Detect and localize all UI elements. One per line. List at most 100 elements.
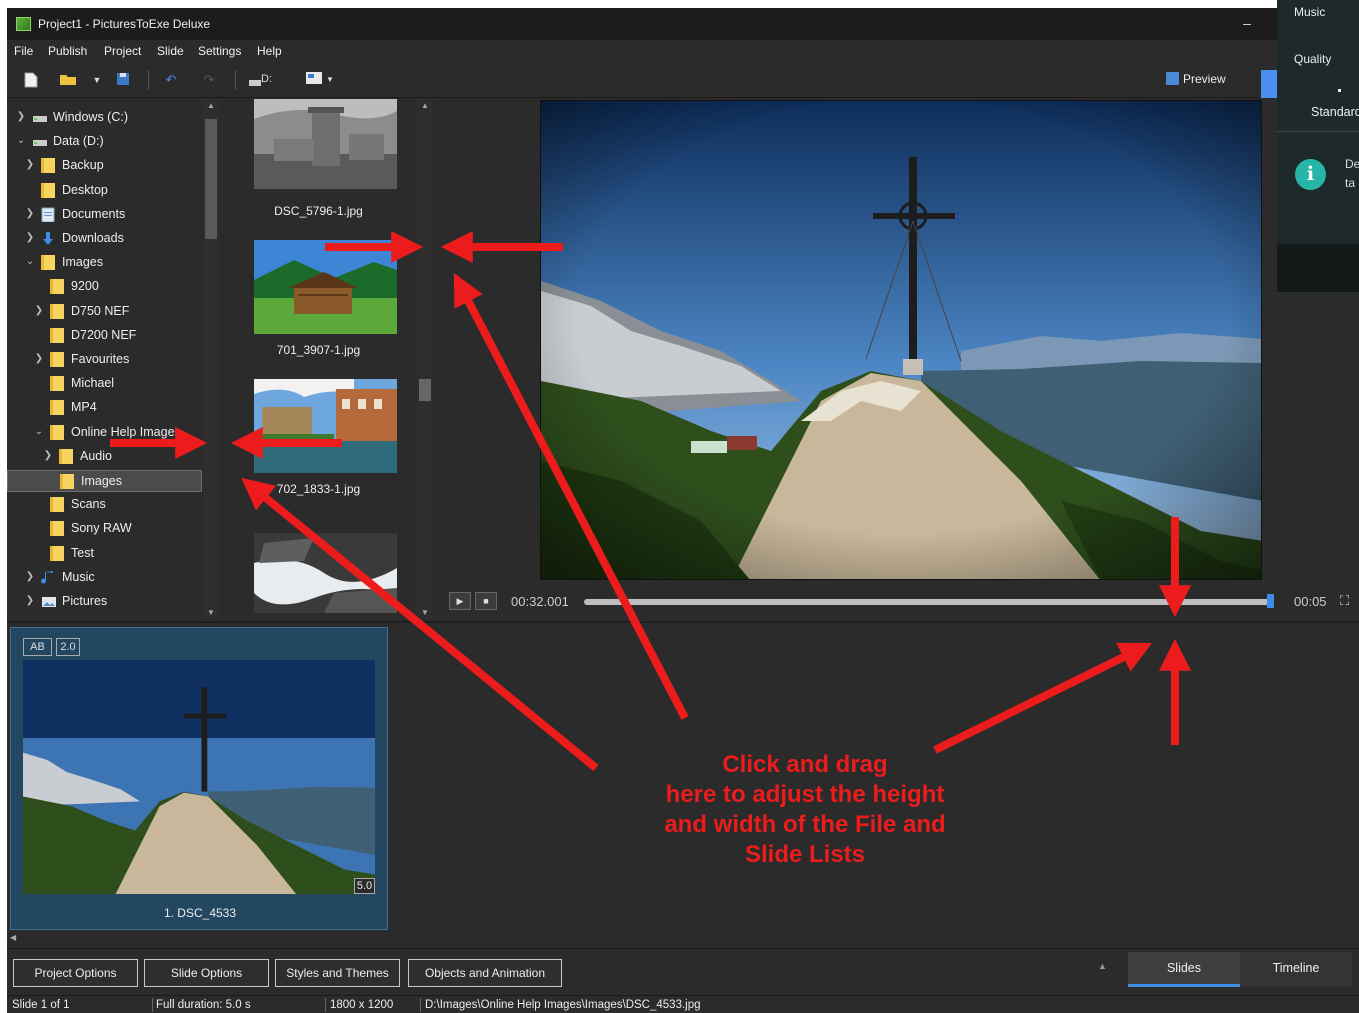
scroll-down-icon[interactable]: ▼: [421, 608, 429, 617]
tree-item-label: D750 NEF: [71, 303, 130, 318]
chevron-right-icon[interactable]: ❯: [34, 353, 44, 364]
stop-button[interactable]: ■: [475, 592, 497, 610]
tree-item[interactable]: ❯ Downloads: [7, 228, 202, 250]
tree-item[interactable]: Scans: [7, 494, 202, 516]
chevron-down-icon[interactable]: ⌄: [25, 256, 35, 267]
play-button[interactable]: ▶: [449, 592, 471, 610]
status-file-path: D:\Images\Online Help Images\Images\DSC_…: [425, 999, 701, 1011]
scrollbar-thumb[interactable]: [205, 119, 217, 239]
view-dropdown-icon[interactable]: ▼: [322, 72, 338, 88]
fullscreen-icon[interactable]: ⛶: [1340, 593, 1349, 609]
file-thumbnail[interactable]: [254, 99, 397, 189]
chevron-right-icon[interactable]: ❯: [25, 232, 35, 243]
scroll-down-icon[interactable]: ▼: [207, 608, 215, 617]
drive-label[interactable]: D:: [261, 73, 272, 85]
tree-item[interactable]: 9200: [7, 276, 202, 298]
tree-item[interactable]: Michael: [7, 373, 202, 395]
view-mode-icon[interactable]: [306, 72, 322, 88]
preview-button[interactable]: Preview: [1166, 72, 1226, 86]
panel-footer: [1277, 244, 1359, 292]
minimize-button[interactable]: –: [1240, 16, 1254, 30]
chevron-right-icon[interactable]: ❯: [25, 159, 35, 170]
folder-tree-scrollbar[interactable]: ▲ ▼: [203, 99, 219, 619]
tree-item[interactable]: ⌄ Online Help Images: [7, 422, 202, 444]
tree-item[interactable]: D7200 NEF: [7, 325, 202, 347]
chevron-right-icon[interactable]: ❯: [43, 450, 53, 461]
styles-themes-button[interactable]: Styles and Themes: [275, 959, 400, 987]
slider-handle[interactable]: [1267, 594, 1274, 608]
tab-slides[interactable]: Slides: [1128, 952, 1240, 987]
tree-item[interactable]: ❯ Audio: [7, 446, 202, 468]
chevron-right-icon[interactable]: ❯: [16, 111, 26, 122]
chevron-down-icon[interactable]: ⌄: [16, 135, 26, 146]
tree-item[interactable]: ❯ Favourites: [7, 349, 202, 371]
tree-item[interactable]: ⌄ Images: [7, 252, 202, 274]
timeline-slider[interactable]: [584, 599, 1270, 605]
tree-item-label: Documents: [62, 206, 126, 221]
menu-help[interactable]: Help: [257, 44, 282, 58]
recent-dropdown-icon[interactable]: ▼: [89, 72, 105, 88]
quality-slider-handle[interactable]: [1338, 89, 1341, 92]
tree-item[interactable]: Images: [7, 470, 202, 492]
waterfall-image: [254, 533, 397, 613]
quality-label: Quality: [1294, 52, 1332, 66]
publish-button-edge[interactable]: [1261, 70, 1277, 98]
chevron-right-icon[interactable]: ❯: [25, 208, 35, 219]
tree-item-label: Windows (C:): [53, 110, 129, 124]
open-project-icon[interactable]: [59, 72, 76, 88]
tab-timeline[interactable]: Timeline: [1240, 952, 1352, 987]
menu-publish[interactable]: Publish: [48, 44, 87, 58]
menu-bar: File Publish Project Slide Settings Help: [7, 40, 1359, 62]
preview-image[interactable]: [540, 100, 1262, 580]
chevron-down-icon[interactable]: ⌄: [34, 426, 44, 437]
scroll-up-icon[interactable]: ▲: [207, 101, 215, 110]
file-list-scrollbar[interactable]: ▲ ▼: [417, 99, 433, 619]
tree-item[interactable]: ❯ D750 NEF: [7, 301, 202, 323]
save-icon[interactable]: [115, 72, 131, 88]
tree-item[interactable]: ⌄ Data (D:): [7, 131, 202, 153]
tree-item[interactable]: Sony RAW: [7, 518, 202, 540]
slide-item[interactable]: AB 2.0 5.0 1. DSC_4533: [10, 627, 388, 930]
status-separator: [420, 998, 421, 1012]
status-duration: Full duration: 5.0 s: [156, 999, 251, 1011]
chevron-right-icon[interactable]: ❯: [25, 571, 35, 582]
undo-icon[interactable]: ↶: [163, 72, 179, 88]
file-thumbnail[interactable]: [254, 240, 397, 334]
ab-badge: AB: [23, 638, 52, 656]
slide-options-button[interactable]: Slide Options: [144, 959, 269, 987]
tree-item[interactable]: ❯ Backup: [7, 155, 202, 177]
mountain-summit-cross-image: [23, 660, 375, 894]
scrollbar-thumb[interactable]: [419, 379, 431, 401]
collapse-up-icon[interactable]: ▲: [1098, 961, 1107, 971]
tree-item[interactable]: Desktop: [7, 180, 202, 202]
status-resolution: 1800 x 1200: [330, 999, 394, 1011]
tree-item-label: Favourites: [71, 352, 130, 366]
redo-icon[interactable]: ↷: [201, 72, 217, 88]
tree-item[interactable]: MP4: [7, 397, 202, 419]
mountain-summit-cross-image: [541, 101, 1261, 579]
tree-item[interactable]: ❯ Pictures: [7, 591, 202, 613]
castle-lake-image: [254, 379, 397, 473]
objects-animation-button[interactable]: Objects and Animation: [408, 959, 562, 987]
tree-item[interactable]: Test: [7, 543, 202, 565]
menu-slide[interactable]: Slide: [157, 44, 184, 58]
file-list: DSC_5796-1.jpg 701_3907-1.jpg 702_1833-1…: [220, 99, 417, 619]
menu-project[interactable]: Project: [104, 44, 141, 58]
menu-settings[interactable]: Settings: [198, 44, 241, 58]
menu-file[interactable]: File: [14, 44, 33, 58]
slide-thumbnail: [23, 660, 375, 894]
chevron-right-icon[interactable]: ❯: [34, 305, 44, 316]
folder-tree[interactable]: ❯ Windows (C:) ⌄ Data (D:) ❯ Backup Desktop ❯ Do…: [7, 99, 219, 619]
annotation-line: Click and drag: [722, 751, 888, 778]
scroll-up-icon[interactable]: ▲: [421, 101, 429, 110]
project-options-button[interactable]: Project Options: [13, 959, 138, 987]
new-project-icon[interactable]: [23, 72, 39, 88]
scroll-left-icon[interactable]: ◀: [10, 933, 16, 942]
tree-item[interactable]: ❯ Documents: [7, 204, 202, 226]
tree-item[interactable]: ❯ Windows (C:): [7, 107, 202, 129]
publish-side-panel: Music Quality Standard i De ta: [1277, 0, 1359, 292]
chevron-right-icon[interactable]: ❯: [25, 595, 35, 606]
file-thumbnail[interactable]: [254, 379, 397, 473]
file-thumbnail[interactable]: [254, 533, 397, 619]
tree-item[interactable]: ❯ Music: [7, 567, 202, 589]
